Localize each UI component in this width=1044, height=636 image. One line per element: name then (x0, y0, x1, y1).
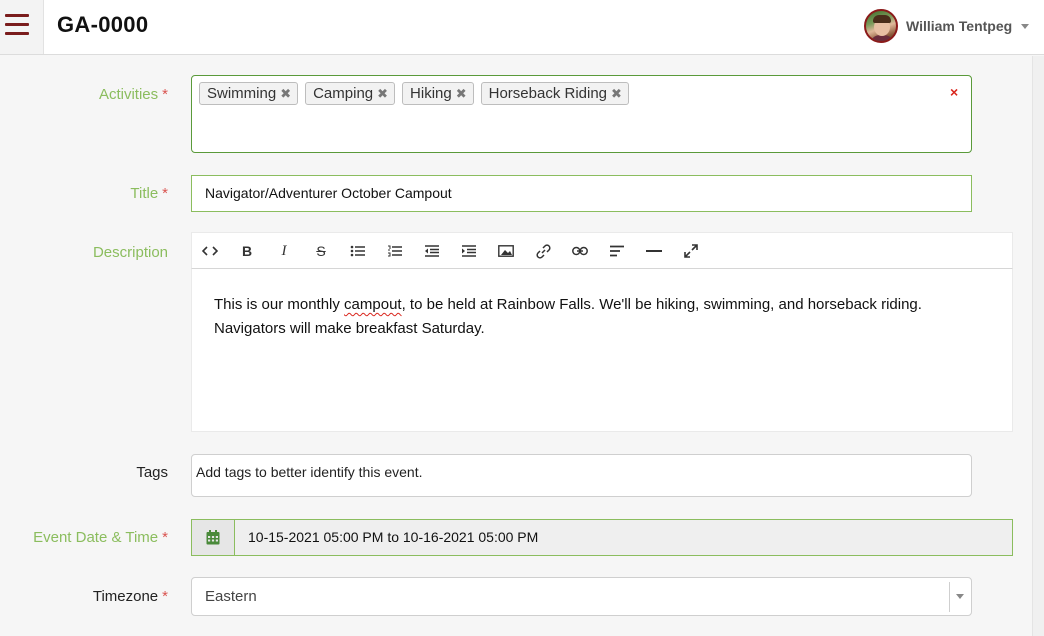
strikethrough-icon[interactable]: S (306, 233, 336, 269)
tags-label: Tags (136, 464, 168, 481)
timezone-label: Timezone * (92, 588, 168, 605)
avatar (864, 9, 898, 43)
title-label: Title * (130, 185, 168, 202)
image-icon[interactable] (491, 233, 521, 269)
activity-chip: Horseback Riding ✖ (480, 82, 629, 105)
activity-chip: Hiking ✖ (402, 82, 474, 105)
event-date-label: Event Date & Time * (33, 529, 168, 546)
link-icon[interactable] (528, 233, 558, 269)
remove-chip-icon[interactable]: ✖ (456, 86, 467, 102)
clear-all-icon[interactable]: × (950, 84, 958, 100)
scrollbar[interactable] (1032, 56, 1044, 636)
editor-toolbar: B I S (191, 232, 1013, 269)
calendar-icon[interactable] (192, 520, 235, 555)
user-menu[interactable]: William Tentpeg (864, 7, 1030, 45)
chevron-down-icon[interactable] (956, 594, 964, 599)
fullscreen-icon[interactable] (676, 233, 706, 269)
page-title: GA-0000 (57, 12, 149, 37)
timezone-select[interactable]: Eastern (191, 577, 972, 616)
description-editor[interactable]: This is our monthly campout, to be held … (191, 269, 1013, 432)
bold-icon[interactable]: B (232, 233, 262, 269)
unlink-icon[interactable] (565, 233, 595, 269)
description-line-1: This is our monthly campout, to be held … (214, 296, 922, 313)
remove-chip-icon[interactable]: ✖ (280, 86, 291, 102)
tags-input[interactable]: Add tags to better identify this event. (191, 454, 972, 497)
horizontal-rule-icon[interactable] (639, 233, 669, 269)
activities-label: Activities * (98, 86, 168, 103)
description-label: Description (92, 244, 168, 261)
align-left-icon[interactable] (602, 233, 632, 269)
event-date-field[interactable]: 10-15-2021 05:00 PM to 10-16-2021 05:00 … (191, 519, 1013, 556)
remove-chip-icon[interactable]: ✖ (611, 86, 622, 102)
title-input[interactable]: Navigator/Adventurer October Campout (191, 175, 972, 212)
activity-chip: Swimming ✖ (199, 82, 299, 105)
code-icon[interactable] (195, 233, 225, 269)
top-bar: GA-0000 William Tentpeg (0, 0, 1044, 55)
activity-chip: Camping ✖ (305, 82, 396, 105)
hamburger-menu-icon[interactable] (0, 0, 44, 54)
user-name: William Tentpeg (906, 18, 1013, 34)
outdent-icon[interactable] (417, 233, 447, 269)
numbered-list-icon[interactable] (380, 233, 410, 269)
chevron-down-icon (1021, 23, 1030, 29)
event-date-value: 10-15-2021 05:00 PM to 10-16-2021 05:00 … (248, 529, 539, 545)
bulleted-list-icon[interactable] (343, 233, 373, 269)
italic-icon[interactable]: I (269, 233, 299, 269)
activities-multiselect[interactable]: Swimming ✖ Camping ✖ Hiking ✖ Horseback Rid… (191, 75, 972, 153)
timezone-value: Eastern (205, 588, 257, 605)
indent-icon[interactable] (454, 233, 484, 269)
description-line-2: Navigators will make breakfast Saturday. (214, 320, 485, 337)
remove-chip-icon[interactable]: ✖ (377, 86, 388, 102)
